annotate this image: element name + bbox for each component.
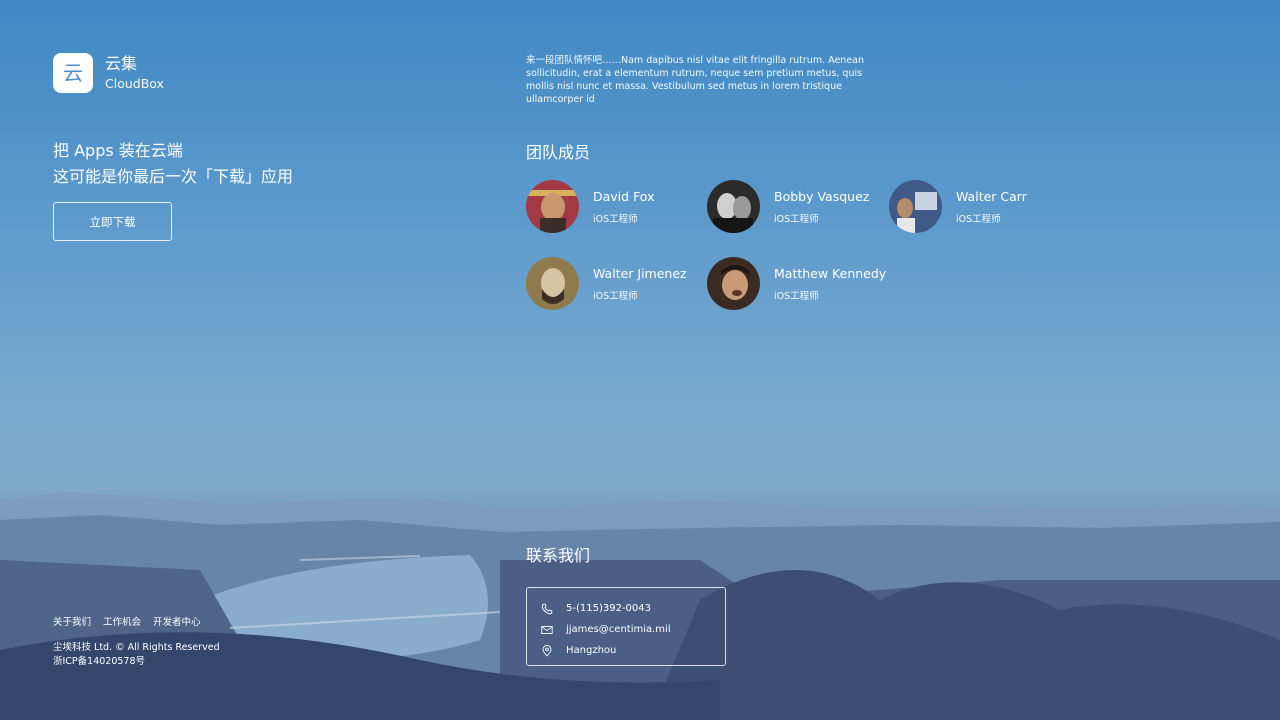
team-intro-text: 来一段团队情怀吧……Nam dapibus nisl vitae elit fr… <box>526 55 865 105</box>
location-pin-icon <box>542 644 552 657</box>
footer-link-jobs[interactable]: 工作机会 <box>103 614 141 628</box>
contact-location: Hangzhou <box>566 645 617 656</box>
mail-icon <box>541 625 553 634</box>
icp-number: 浙ICP备14020578号 <box>53 656 146 667</box>
brand-subtitle: CloudBox <box>105 76 164 92</box>
member-role: iOS工程师 <box>956 213 1001 225</box>
download-button[interactable]: 立即下载 <box>53 202 172 241</box>
footer-links: 关于我们 工作机会 开发者中心 <box>53 614 201 628</box>
member-role: iOS工程师 <box>774 290 819 302</box>
hero-line-1: 把 Apps 装在云端 <box>53 141 183 160</box>
member-role: iOS工程师 <box>593 213 638 225</box>
avatar <box>889 180 942 233</box>
footer-link-developer[interactable]: 开发者中心 <box>153 614 201 628</box>
copyright: 尘埃科技 Ltd. © All Rights Reserved 浙ICP备140… <box>53 641 220 669</box>
team-heading: 团队成员 <box>526 143 591 162</box>
member-name: Walter Jimenez <box>593 265 687 281</box>
member-role: iOS工程师 <box>774 213 819 225</box>
hero-line-2: 这可能是你最后一次「下载」应用 <box>53 167 294 186</box>
phone-icon <box>541 603 553 614</box>
avatar <box>707 257 760 310</box>
contact-phone-row[interactable]: 5-(115)392-0043 <box>541 598 725 619</box>
team-member[interactable]: Walter Carr iOS工程师 <box>889 180 1027 233</box>
member-name: Matthew Kennedy <box>774 265 887 281</box>
member-name: David Fox <box>593 188 655 204</box>
member-name: Walter Carr <box>956 188 1027 204</box>
brand-name: 云集 <box>105 54 138 74</box>
team-member[interactable]: David Fox iOS工程师 <box>526 180 654 233</box>
contact-location-row: Hangzhou <box>541 640 725 661</box>
team-member[interactable]: Bobby Vasquez iOS工程师 <box>707 180 869 233</box>
team-member[interactable]: Walter Jimenez iOS工程师 <box>526 257 687 310</box>
avatar <box>526 180 579 233</box>
contact-box: 5-(115)392-0043 jjames@centimia.mil Hang… <box>526 587 726 666</box>
copyright-text: 尘埃科技 Ltd. © All Rights Reserved <box>53 642 220 653</box>
brand-logo[interactable]: 云 云集 CloudBox <box>53 53 164 93</box>
contact-heading: 联系我们 <box>526 546 591 565</box>
svg-text:云: 云 <box>63 61 83 85</box>
contact-email-row[interactable]: jjames@centimia.mil <box>541 619 725 640</box>
avatar <box>707 180 760 233</box>
footer-link-about[interactable]: 关于我们 <box>53 614 91 628</box>
member-name: Bobby Vasquez <box>774 188 870 204</box>
hero-title: 把 Apps 装在云端 这可能是你最后一次「下载」应用 <box>53 138 293 190</box>
team-member[interactable]: Matthew Kennedy iOS工程师 <box>707 257 886 310</box>
contact-phone: 5-(115)392-0043 <box>566 603 652 614</box>
avatar <box>526 257 579 310</box>
contact-email: jjames@centimia.mil <box>566 624 671 635</box>
member-role: iOS工程师 <box>593 290 638 302</box>
cloud-char-icon: 云 <box>53 53 93 93</box>
